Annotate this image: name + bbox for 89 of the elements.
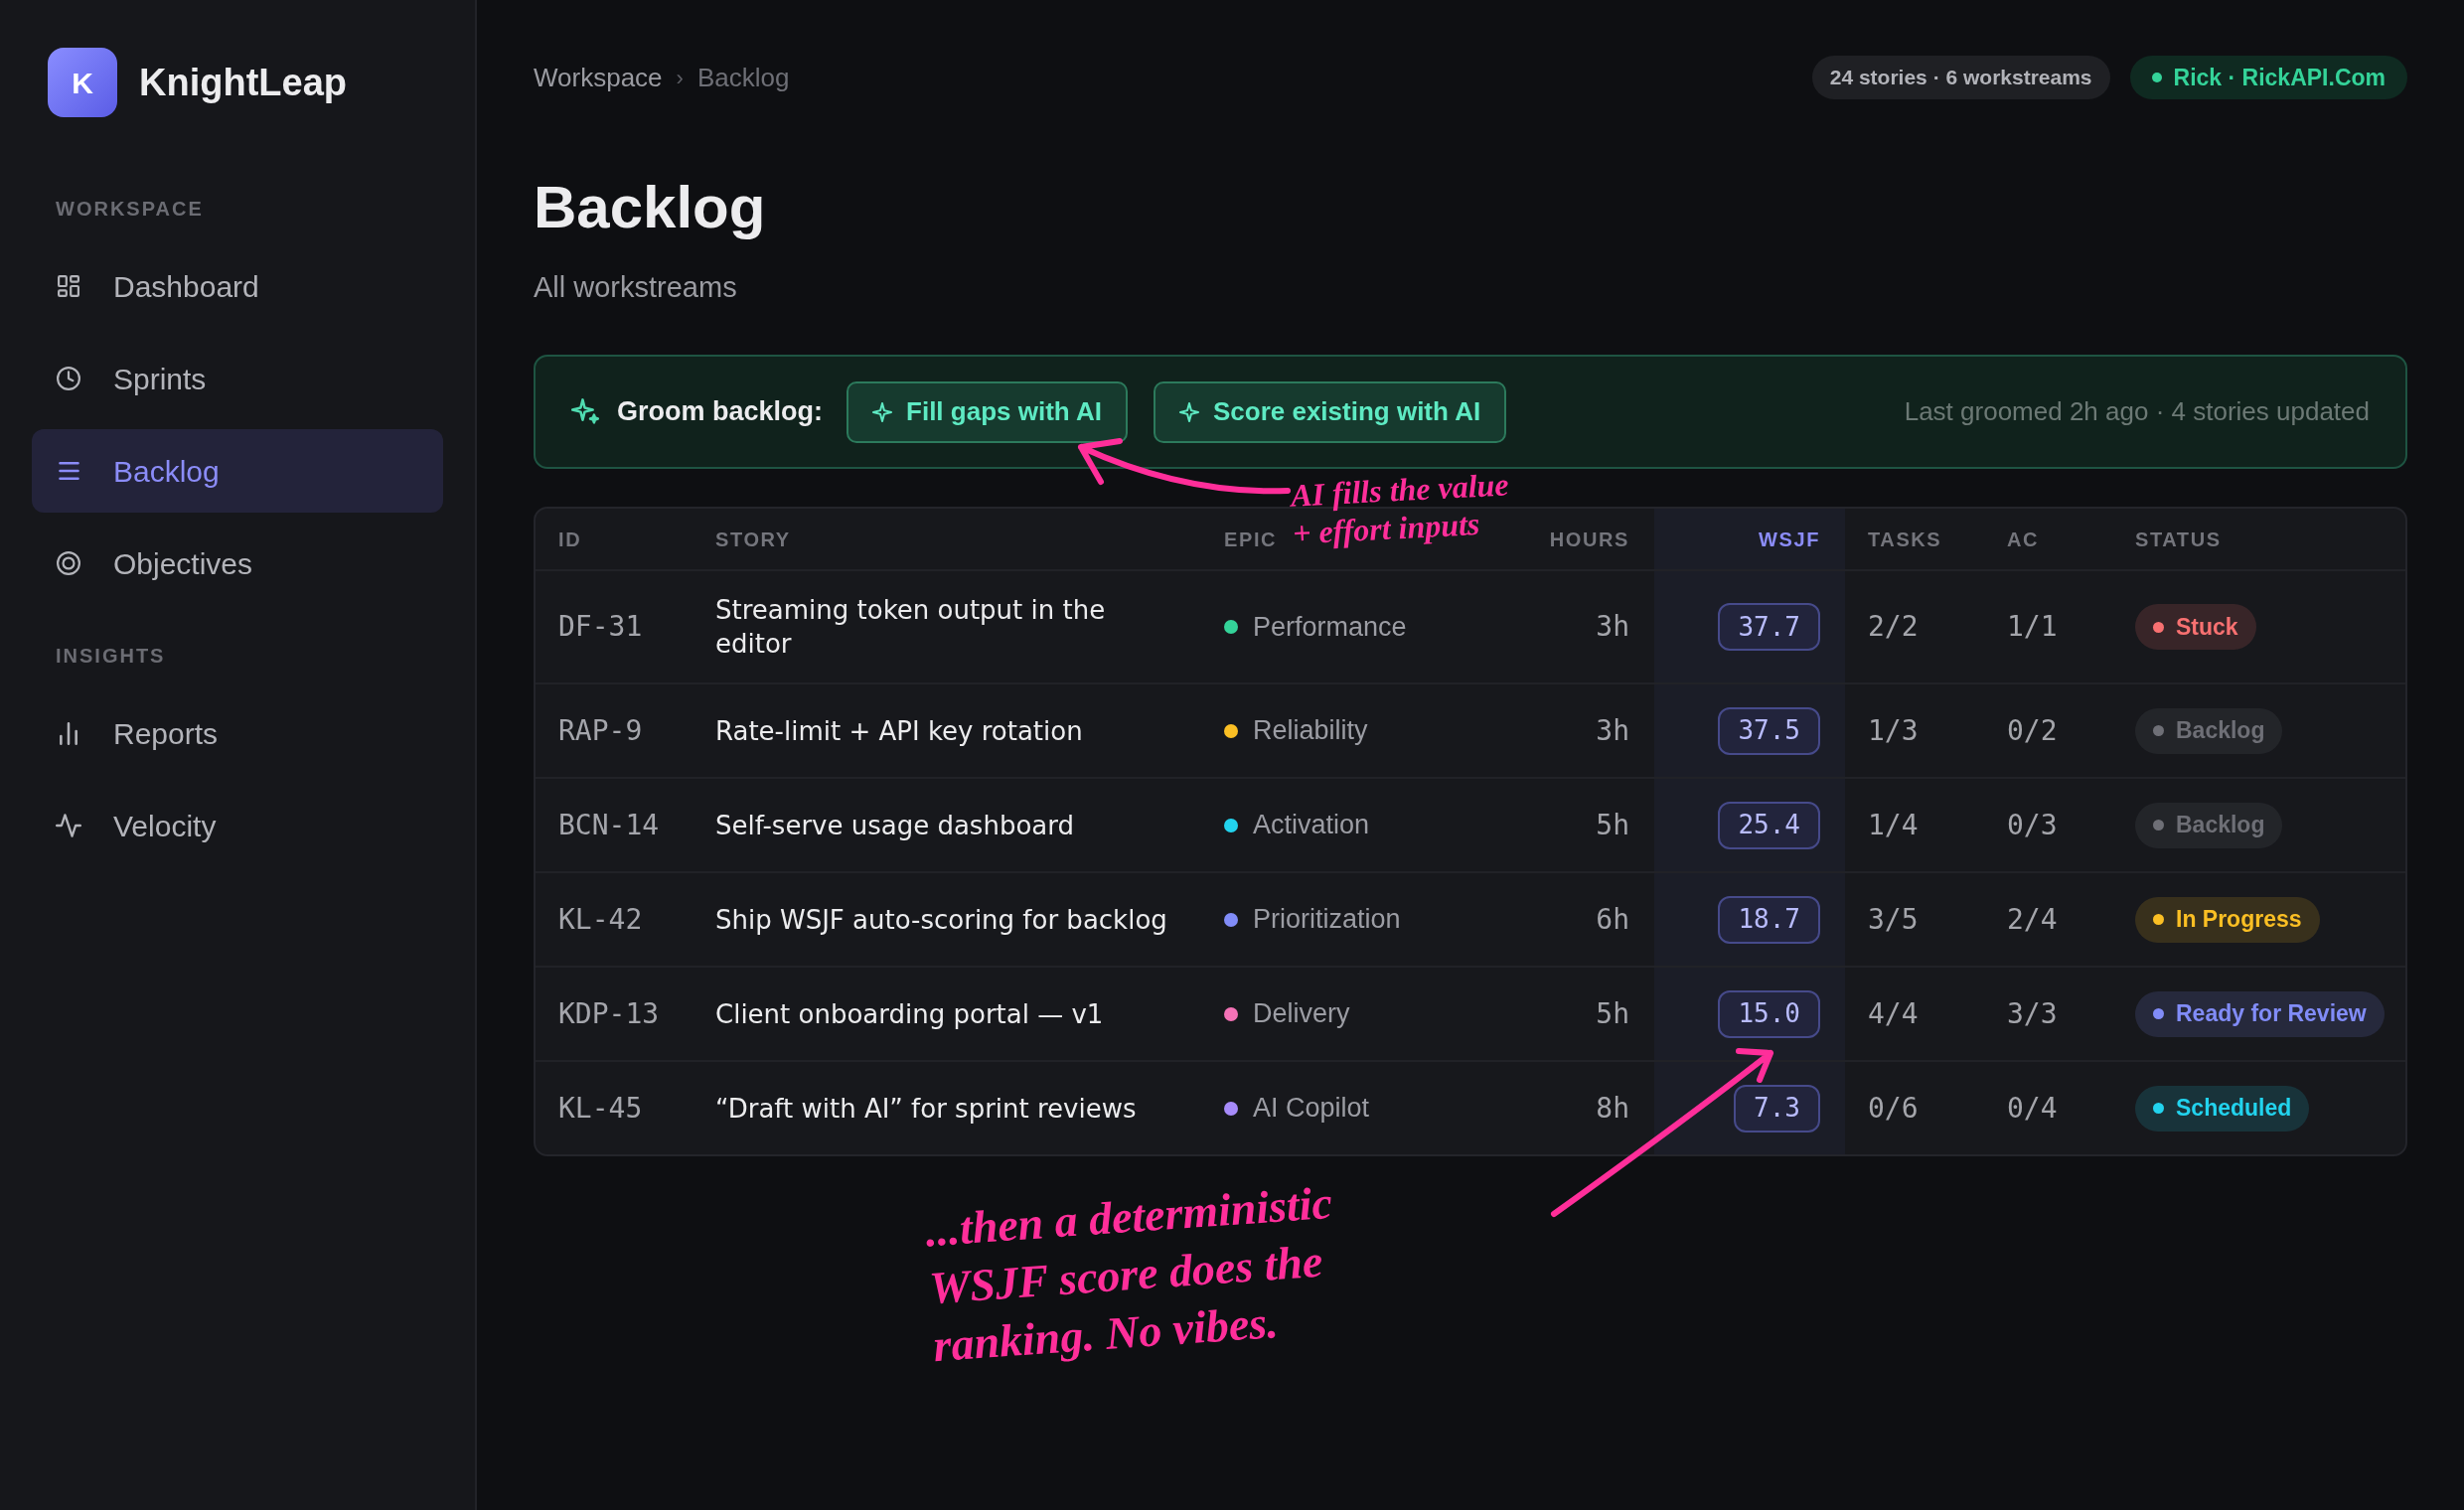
story-title: Self-serve usage dashboard: [715, 809, 1074, 842]
status-label: Scheduled: [2176, 1094, 2292, 1124]
breadcrumb-current: Backlog: [696, 61, 790, 94]
story-title: Ship WSJF auto-scoring for backlog: [715, 903, 1167, 937]
column-header[interactable]: EPIC: [1224, 524, 1278, 554]
target-icon: [57, 551, 80, 575]
epic-label: Reliability: [1253, 714, 1368, 748]
story-id: RAP-9: [558, 712, 643, 749]
hours-value: 6h: [1596, 901, 1629, 938]
tasks-value: 1/4: [1868, 807, 1919, 843]
epic-label: Prioritization: [1253, 903, 1401, 937]
tasks-value: 1/3: [1868, 712, 1919, 749]
status-label: In Progress: [2176, 905, 2302, 935]
epic-label: Delivery: [1253, 997, 1350, 1031]
story-id: KL-45: [558, 1090, 643, 1127]
story-id: DF-31: [558, 609, 643, 645]
column-header[interactable]: ID: [558, 524, 582, 554]
user-pill[interactable]: Rick · RickAPI.Com: [2129, 56, 2407, 99]
menu-icon: [58, 462, 79, 480]
hours-value: 5h: [1596, 995, 1629, 1032]
groom-label: Groom backlog:: [617, 395, 824, 429]
nav-item[interactable]: Velocity: [32, 784, 443, 867]
handwritten-note: ...then a deterministic WSJF score does the ranking. No vibes.: [923, 1175, 1335, 1374]
wsjf-score-badge: 37.7: [1718, 603, 1820, 651]
ac-value: 1/1: [2007, 609, 2058, 645]
status-label: Backlog: [2176, 716, 2265, 746]
story-title: Rate-limit + API key rotation: [715, 714, 1083, 748]
story-id: KDP-13: [558, 995, 660, 1032]
breadcrumb-separator: ›: [676, 64, 684, 92]
nav-item[interactable]: Objectives: [32, 522, 443, 605]
nav-item[interactable]: Backlog: [32, 429, 443, 513]
column-header[interactable]: TASKS: [1868, 524, 1942, 554]
bar-chart-icon: [60, 721, 77, 745]
brand-logo: K: [48, 48, 117, 117]
clock-icon: [57, 367, 80, 390]
column-header[interactable]: HOURS: [1549, 524, 1629, 554]
story-title: Streaming token output in the editor: [715, 594, 1107, 661]
epic-label: Activation: [1253, 809, 1370, 842]
user-label: Rick · RickAPI.Com: [2173, 63, 2386, 92]
column-header[interactable]: WSJF: [1759, 524, 1820, 554]
hours-value: 3h: [1596, 609, 1629, 645]
layout-grid-icon: [58, 275, 79, 297]
wsjf-score-badge: 7.3: [1734, 1084, 1820, 1132]
epic-label: AI Copilot: [1253, 1092, 1370, 1126]
page-title: Backlog: [534, 174, 766, 241]
story-id: BCN-14: [558, 807, 660, 843]
wsjf-score-badge: 37.5: [1718, 706, 1820, 755]
hours-value: 3h: [1596, 712, 1629, 749]
count-pill: 24 stories · 6 workstreams: [1811, 56, 2110, 99]
status-label: Ready for Review: [2176, 999, 2367, 1029]
status-label: Stuck: [2176, 612, 2238, 642]
tasks-value: 2/2: [1868, 609, 1919, 645]
story-id: KL-42: [558, 901, 643, 938]
nav-item[interactable]: Reports: [32, 691, 443, 775]
tasks-value: 3/5: [1868, 901, 1919, 938]
ac-value: 0/4: [2007, 1090, 2058, 1127]
ai-action-button[interactable]: Score existing with AI: [1153, 380, 1507, 443]
ac-value: 3/3: [2007, 995, 2058, 1032]
breadcrumb-link[interactable]: Workspace: [534, 58, 663, 97]
hours-value: 5h: [1596, 807, 1629, 843]
hours-value: 8h: [1596, 1090, 1629, 1127]
ac-value: 0/3: [2007, 807, 2058, 843]
column-header[interactable]: STATUS: [2135, 524, 2222, 554]
wsjf-score-badge: 25.4: [1718, 801, 1820, 849]
status-label: Backlog: [2176, 811, 2265, 840]
handwritten-note: AI fills the value + effort inputs: [1290, 465, 1511, 552]
section-label: INSIGHTS: [55, 644, 167, 668]
section-label: WORKSPACE: [55, 197, 205, 221]
groom-status-text: Last groomed 2h ago · 4 stories updated: [1904, 395, 2370, 428]
nav-item[interactable]: Dashboard: [32, 244, 443, 328]
sparkle-icon: [1178, 401, 1199, 422]
sparkles-icon: [571, 398, 599, 425]
ac-value: 2/4: [2007, 901, 2058, 938]
ac-value: 0/2: [2007, 712, 2058, 749]
wsjf-score-badge: 18.7: [1718, 895, 1820, 944]
tasks-value: 4/4: [1868, 995, 1919, 1032]
column-header[interactable]: STORY: [715, 524, 791, 554]
sparkle-icon: [872, 401, 893, 422]
brand-name: KnightLeap: [139, 60, 347, 105]
page-subtitle: All workstreams: [534, 270, 737, 305]
story-title: Client onboarding portal — v1: [715, 997, 1104, 1031]
nav-item[interactable]: Sprints: [32, 337, 443, 420]
ai-action-button[interactable]: Fill gaps with AI: [847, 380, 1128, 443]
wsjf-score-badge: 15.0: [1718, 989, 1820, 1038]
story-title: “Draft with AI” for sprint reviews: [715, 1092, 1137, 1126]
column-header[interactable]: AC: [2007, 524, 2040, 554]
pulse-icon: [56, 814, 81, 837]
tasks-value: 0/6: [1868, 1090, 1919, 1127]
epic-label: Performance: [1253, 610, 1407, 644]
